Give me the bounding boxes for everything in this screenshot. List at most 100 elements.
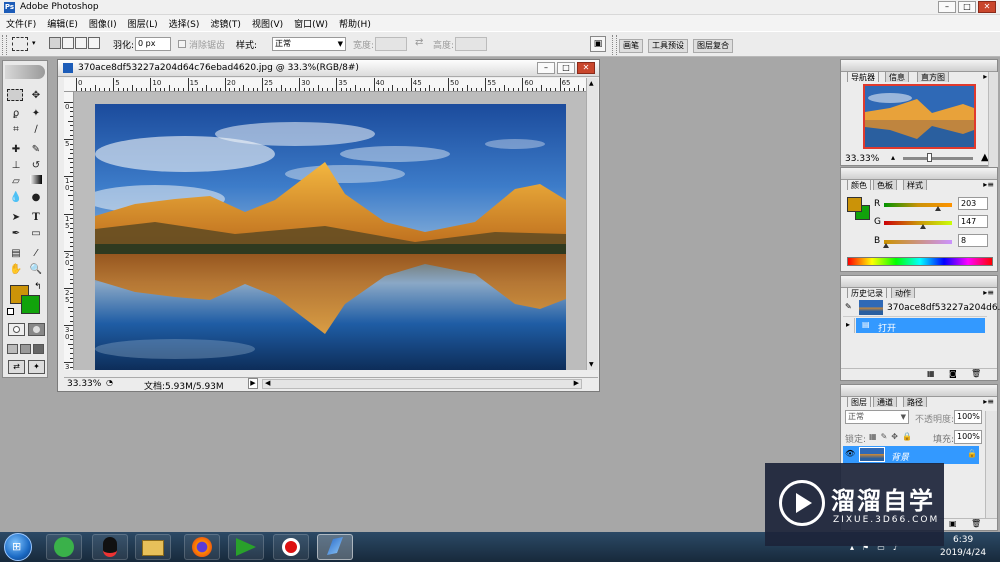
navigator-zoom-value[interactable]: 33.33%	[845, 154, 879, 164]
new-snapshot-icon[interactable]: ◙	[949, 369, 957, 378]
path-selection-icon[interactable]: ➤	[7, 210, 25, 226]
dodge-tool-icon[interactable]: ●	[27, 190, 45, 206]
g-value-input[interactable]: 147	[958, 215, 988, 228]
delete-layer-icon[interactable]: 🗑	[971, 519, 981, 528]
taskbar-media-app[interactable]	[228, 534, 264, 560]
document-titlebar[interactable]: 370ace8df53227a204d64c76ebad4620.jpg @ 3…	[58, 60, 599, 77]
jump-to-imageready-icon[interactable]: ⇄	[8, 360, 25, 374]
swap-colors-icon[interactable]: ↰	[34, 282, 42, 292]
zoom-level[interactable]: 33.33%	[67, 379, 101, 389]
taskbar-360-browser[interactable]	[46, 534, 82, 560]
imageready-icon[interactable]: ✦	[28, 360, 45, 374]
lock-all-icon[interactable]: 🔒	[902, 432, 912, 441]
g-slider-thumb[interactable]	[920, 224, 927, 229]
zoom-tool-icon[interactable]: 🔍	[27, 262, 45, 278]
color-foreground-swatch[interactable]	[847, 197, 862, 212]
add-selection-icon[interactable]	[62, 37, 74, 49]
notes-tool-icon[interactable]: ▤	[7, 246, 25, 262]
subtract-selection-icon[interactable]	[75, 37, 87, 49]
blur-tool-icon[interactable]: 💧	[7, 190, 25, 206]
doc-close-button[interactable]: ✕	[577, 62, 595, 74]
b-slider-thumb[interactable]	[883, 243, 890, 248]
navigator-panel-scrollbar[interactable]	[988, 72, 998, 167]
menu-select[interactable]: 选择(S)	[169, 17, 200, 30]
taskbar-recorder[interactable]	[273, 534, 309, 560]
magic-wand-icon[interactable]: ✦	[27, 106, 45, 122]
tab-swatches[interactable]: 色板	[873, 179, 897, 190]
status-menu-icon[interactable]: ▶	[248, 378, 258, 389]
swap-dimensions-icon[interactable]: ⇄	[415, 37, 423, 48]
standard-mode-icon[interactable]	[8, 323, 25, 336]
history-step-selected[interactable]: ▤ 打开	[856, 318, 985, 334]
move-tool-icon[interactable]: ✥	[27, 88, 45, 104]
tab-styles[interactable]: 样式	[903, 179, 927, 190]
b-slider-track[interactable]	[884, 240, 952, 244]
rectangular-marquee-icon[interactable]	[7, 89, 23, 101]
preset-dropdown-icon[interactable]: ▾	[32, 39, 36, 47]
document-vertical-scrollbar[interactable]: ▲ ▼	[586, 78, 598, 370]
new-selection-icon[interactable]	[49, 37, 61, 49]
panel-menu-icon[interactable]: ▸≡	[983, 288, 994, 297]
document-horizontal-scrollbar[interactable]: ◀ ▶	[262, 379, 582, 389]
history-brush-icon[interactable]: ↺	[27, 158, 45, 174]
lock-position-icon[interactable]: ✥	[891, 432, 898, 441]
intersect-selection-icon[interactable]	[88, 37, 100, 49]
menu-view[interactable]: 视图(V)	[252, 17, 283, 30]
scroll-left-icon[interactable]: ◀	[265, 379, 270, 387]
options-grip[interactable]	[2, 35, 7, 55]
brush-tool-icon[interactable]: ✎	[27, 142, 45, 158]
quick-mask-icon[interactable]	[28, 323, 45, 336]
layer-name[interactable]: 背景	[891, 450, 909, 463]
menu-help[interactable]: 帮助(H)	[339, 17, 371, 30]
tab-channels[interactable]: 通道	[873, 396, 897, 407]
trash-icon[interactable]: 🗑	[971, 369, 981, 378]
screen-mode-menu-icon[interactable]	[20, 344, 31, 354]
taskbar-time[interactable]: 6:39	[953, 535, 973, 545]
r-slider-thumb[interactable]	[935, 206, 942, 211]
taskbar-photoshop[interactable]	[317, 534, 353, 560]
taskbar-firefox[interactable]	[184, 534, 220, 560]
menu-file[interactable]: 文件(F)	[6, 17, 36, 30]
history-snapshot-row[interactable]: ✎ 370ace8df53227a204d6...	[843, 299, 1000, 317]
feather-input[interactable]: 0 px	[135, 37, 171, 51]
background-color-swatch[interactable]	[21, 295, 40, 314]
vertical-ruler[interactable]: 0 5 1 0 1 5 2 0 2 5 3 0 3 5	[64, 92, 74, 370]
screen-mode-standard-icon[interactable]	[7, 344, 18, 354]
height-input[interactable]	[455, 37, 487, 51]
scroll-down-icon[interactable]: ▼	[589, 361, 594, 368]
tab-layers[interactable]: 图层	[847, 396, 871, 407]
horizontal-ruler[interactable]: 0 5 10 15 20 25 30 35 40 45 50 55 60 65	[64, 78, 586, 92]
menu-filter[interactable]: 滤镜(T)	[210, 17, 241, 30]
color-spectrum-bar[interactable]	[847, 257, 993, 266]
lock-pixels-icon[interactable]: ✎	[881, 432, 888, 441]
zoom-out-mountain-icon[interactable]: ▴	[891, 153, 895, 162]
adobe-feather-logo-icon[interactable]	[5, 65, 45, 79]
fill-input[interactable]: 100%	[954, 430, 982, 444]
crop-tool-icon[interactable]: ⌗	[7, 122, 25, 138]
visibility-eye-icon[interactable]: 👁	[845, 449, 855, 458]
panel-menu-icon[interactable]: ▸≡	[983, 397, 994, 406]
pen-tool-icon[interactable]: ✒	[7, 226, 25, 242]
history-brush-source-icon[interactable]: ✎	[845, 302, 852, 311]
tab-info[interactable]: 信息	[885, 71, 909, 82]
maximize-button[interactable]: □	[958, 1, 976, 13]
tab-histogram[interactable]: 直方图	[917, 71, 949, 82]
gradient-tool-icon[interactable]	[27, 174, 45, 190]
taskbar-file-explorer[interactable]	[135, 534, 171, 560]
shape-tool-icon[interactable]: ▭	[27, 226, 45, 242]
scroll-right-icon[interactable]: ▶	[574, 379, 579, 387]
tab-history[interactable]: 历史记录	[847, 287, 887, 298]
close-button[interactable]: ✕	[978, 1, 996, 13]
history-step-row[interactable]: ▸ ▤ 打开	[843, 318, 985, 334]
hand-tool-icon[interactable]: ✋	[7, 262, 25, 278]
screen-mode-full-icon[interactable]	[33, 344, 44, 354]
lasso-tool-icon[interactable]: ϼ	[7, 106, 25, 122]
document-image[interactable]	[95, 104, 566, 370]
start-button[interactable]: ⊞	[4, 533, 32, 561]
clone-stamp-icon[interactable]: ⊥	[7, 158, 25, 174]
doc-minimize-button[interactable]: –	[537, 62, 555, 74]
well-tab-tool-presets[interactable]: 工具预设	[648, 39, 688, 53]
tab-paths[interactable]: 路径	[903, 396, 927, 407]
layers-scrollbar[interactable]	[985, 411, 997, 519]
canvas-area[interactable]	[74, 92, 586, 370]
